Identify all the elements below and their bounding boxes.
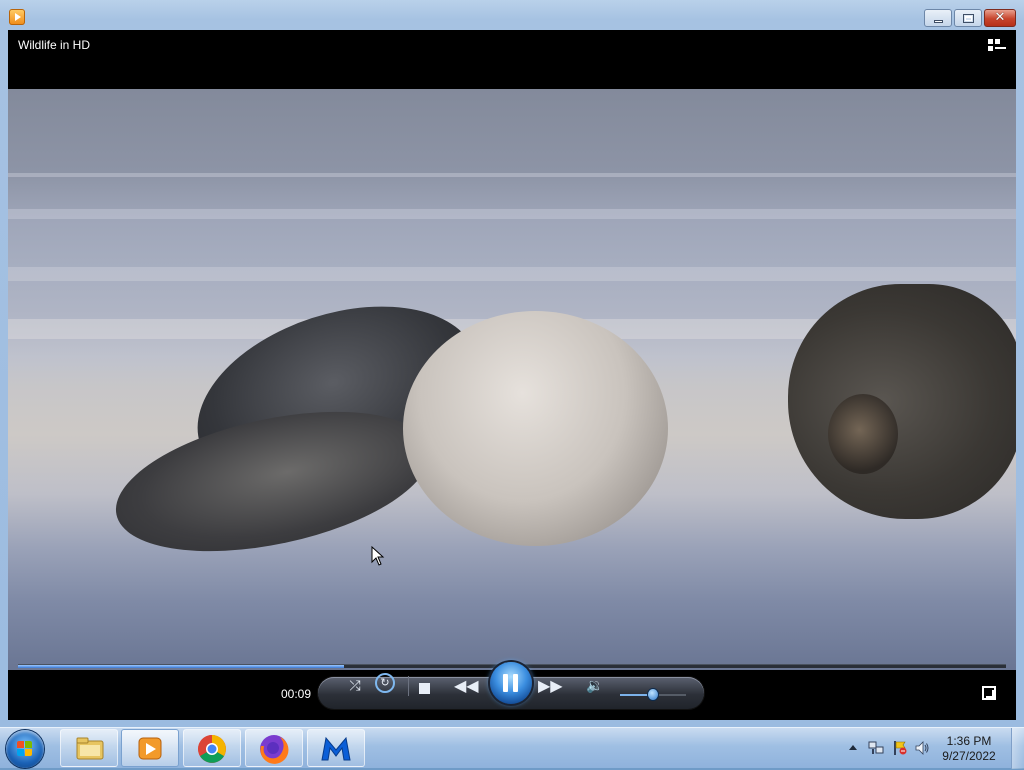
repeat-button[interactable]: ↻ — [375, 673, 395, 693]
fullscreen-button[interactable] — [982, 686, 996, 700]
switch-view-icon — [988, 39, 993, 44]
close-icon: ✕ — [994, 10, 1006, 25]
stop-button[interactable] — [419, 683, 430, 694]
media-player-window: ✕ Wildlife in HD 00:09 ⤮ ↻ ◀◀ ▶▶ 🔉 — [0, 0, 1024, 727]
video-frame[interactable] — [8, 89, 1016, 685]
minimize-icon — [934, 20, 943, 23]
player-area: Wildlife in HD 00:09 ⤮ ↻ ◀◀ ▶▶ 🔉 — [8, 30, 1016, 720]
windows-explorer-icon — [76, 737, 104, 760]
network-icon[interactable] — [868, 740, 884, 756]
rewind-icon: ◀◀ — [454, 676, 479, 695]
clock-time: 1:36 PM — [946, 734, 992, 748]
windows-logo-icon — [17, 741, 33, 757]
taskbar-explorer[interactable] — [60, 729, 118, 767]
windows-media-player-icon — [138, 737, 162, 760]
taskbar-malwarebytes[interactable] — [307, 729, 365, 767]
firefox-icon — [260, 735, 289, 764]
seek-bar-progress — [18, 665, 344, 668]
show-hidden-icons-icon[interactable] — [848, 743, 858, 753]
switch-to-library-button[interactable] — [988, 39, 1006, 53]
close-button[interactable]: ✕ — [984, 9, 1016, 27]
fast-forward-icon: ▶▶ — [538, 676, 563, 695]
previous-button[interactable]: ◀◀ — [454, 676, 479, 695]
shuffle-button[interactable]: ⤮ — [345, 677, 365, 695]
taskbar-media-player[interactable] — [121, 729, 179, 767]
water-streak — [8, 173, 1016, 177]
separator — [408, 676, 409, 696]
minimize-button[interactable] — [924, 9, 952, 27]
mouse-cursor-icon — [371, 546, 385, 566]
volume-slider-thumb[interactable] — [648, 689, 658, 700]
taskbar-chrome[interactable] — [183, 729, 241, 767]
malwarebytes-icon — [321, 736, 351, 761]
mute-button[interactable]: 🔉 — [586, 677, 604, 695]
elapsed-time: 00:09 — [281, 687, 312, 701]
system-clock[interactable]: 1:36 PM 9/27/2022 — [934, 734, 1004, 764]
pause-icon — [503, 674, 508, 692]
taskbar-firefox[interactable] — [245, 729, 303, 767]
clock-date: 9/27/2022 — [942, 749, 996, 763]
media-title: Wildlife in HD — [18, 38, 91, 52]
chrome-icon — [198, 735, 226, 763]
seal-face — [828, 394, 898, 474]
playback-controls: 00:09 ⤮ ↻ ◀◀ ▶▶ 🔉 — [8, 662, 1016, 720]
next-button[interactable]: ▶▶ — [538, 676, 563, 695]
shuffle-icon: ⤮ — [349, 678, 361, 694]
caption-buttons: ✕ — [924, 9, 1016, 27]
title-bar[interactable]: ✕ — [0, 0, 1024, 30]
maximize-icon — [963, 14, 974, 23]
seal-right — [788, 284, 1016, 519]
show-desktop-button[interactable] — [1011, 728, 1024, 769]
speaker-icon: 🔉 — [586, 678, 604, 694]
media-player-app-icon[interactable] — [9, 9, 25, 25]
maximize-button[interactable] — [954, 9, 982, 27]
repeat-icon: ↻ — [380, 676, 390, 689]
start-button[interactable] — [6, 730, 44, 768]
volume-icon[interactable] — [914, 740, 930, 756]
action-center-flag-icon[interactable] — [892, 740, 908, 756]
pale-seal — [403, 311, 668, 546]
pause-button[interactable] — [490, 662, 532, 704]
taskbar: 1:36 PM 9/27/2022 — [0, 727, 1024, 769]
